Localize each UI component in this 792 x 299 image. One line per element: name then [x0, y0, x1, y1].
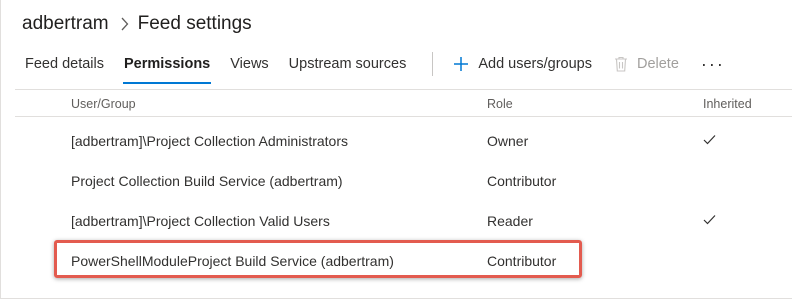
- trash-icon: [614, 56, 628, 72]
- row-user: [adbertram]\Project Collection Valid Use…: [71, 213, 330, 229]
- table-row[interactable]: [adbertram]\Project Collection Administr…: [15, 121, 792, 161]
- plus-icon: [453, 56, 469, 72]
- delete-button[interactable]: Delete: [608, 44, 685, 84]
- row-user: Project Collection Build Service (adbert…: [71, 173, 343, 189]
- checkmark-icon: [703, 212, 716, 228]
- page-title: Feed settings: [137, 13, 252, 34]
- tab-bar: Feed details Permissions Views Upstream …: [15, 44, 785, 84]
- delete-label: Delete: [636, 56, 679, 72]
- more-actions-icon[interactable]: ···: [695, 44, 731, 84]
- column-header-user-group[interactable]: User/Group: [71, 97, 136, 111]
- add-users-groups-label: Add users/groups: [478, 56, 592, 72]
- add-users-groups-button[interactable]: Add users/groups: [447, 44, 598, 84]
- feed-settings-page: adbertram Feed settings Feed details Per…: [0, 0, 792, 299]
- tab-views[interactable]: Views: [220, 44, 278, 84]
- row-user: [adbertram]\Project Collection Administr…: [71, 133, 348, 149]
- row-role: Contributor: [487, 173, 557, 189]
- breadcrumb: adbertram Feed settings: [22, 10, 252, 38]
- toolbar-divider: [432, 52, 434, 76]
- table-row[interactable]: Project Collection Build Service (adbert…: [15, 161, 792, 201]
- table-header: User/Group Role Inherited: [15, 89, 792, 117]
- tab-upstream-sources[interactable]: Upstream sources: [279, 44, 417, 84]
- row-role: Owner: [487, 133, 529, 149]
- row-user: PowerShellModuleProject Build Service (a…: [71, 253, 394, 269]
- tab-permissions[interactable]: Permissions: [114, 44, 220, 84]
- column-header-role[interactable]: Role: [487, 97, 513, 111]
- row-role: Reader: [487, 213, 533, 229]
- chevron-right-icon: [120, 17, 129, 31]
- table-row[interactable]: PowerShellModuleProject Build Service (a…: [15, 241, 792, 281]
- row-role: Contributor: [487, 253, 557, 269]
- column-header-inherited[interactable]: Inherited: [703, 97, 752, 111]
- checkmark-icon: [703, 132, 716, 148]
- table-row[interactable]: [adbertram]\Project Collection Valid Use…: [15, 201, 792, 241]
- breadcrumb-project[interactable]: adbertram: [22, 13, 109, 35]
- tab-feed-details[interactable]: Feed details: [15, 44, 114, 84]
